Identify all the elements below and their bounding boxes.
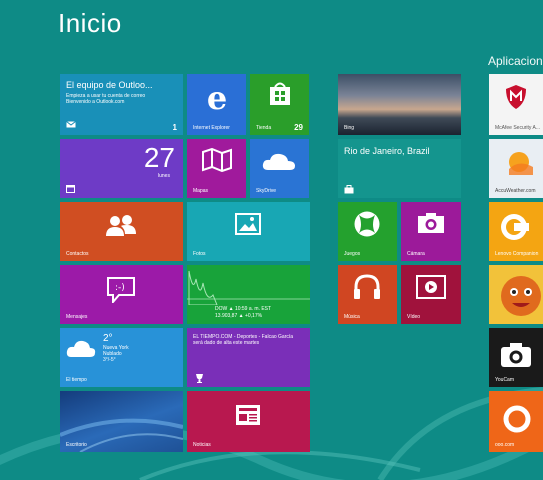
tile-contacts[interactable]: Contactos <box>60 202 183 261</box>
cloud-icon <box>262 153 295 170</box>
tile-bing[interactable]: Bing <box>338 74 461 135</box>
chat-bubble-icon: :-) <box>107 277 135 303</box>
tile-travel[interactable]: Rio de Janeiro, Brazil <box>338 139 461 198</box>
page-title: Inicio <box>58 8 122 38</box>
apps-heading[interactable]: Aplicaciones <box>488 54 543 68</box>
tile-mail[interactable]: El equipo de Outloo... Empieza a usar tu… <box>60 74 183 135</box>
weather-label: El tiempo <box>66 377 87 383</box>
photos-label: Fotos <box>193 251 206 257</box>
accuweather-sun-icon <box>509 152 533 175</box>
desktop-label: Escritorio <box>66 442 87 448</box>
mail-title: El equipo de Outloo... <box>66 80 153 90</box>
weather-temp: 2° <box>103 333 113 344</box>
photo-icon <box>235 213 261 235</box>
finance-line2: 13.903,87 ▲ +0,17% <box>215 313 263 319</box>
mail-count: 1 <box>172 123 177 132</box>
video-label: Vídeo <box>407 314 421 320</box>
tile-finance[interactable]: DOW ▲ 10:59 a. m. EST 13.903,87 ▲ +0,17% <box>187 265 310 324</box>
tile-store[interactable]: Tienda 29 <box>250 74 309 135</box>
suitcase-icon <box>344 185 354 194</box>
stock-chart-icon <box>187 270 310 305</box>
xbox-icon <box>354 211 380 237</box>
tile-weather[interactable]: 2° Nueva York Nublado 3°/-5° El tiempo <box>60 328 183 387</box>
camera-label: Cámara <box>407 251 425 257</box>
travel-title: Rio de Janeiro, Brazil <box>344 146 430 156</box>
tile-games[interactable]: Juegos <box>338 202 397 261</box>
store-label: Tienda <box>256 125 272 131</box>
envelope-icon <box>66 121 76 128</box>
ooo-logo-icon <box>503 405 531 433</box>
tile-skydrive[interactable]: SkyDrive <box>250 139 309 198</box>
map-icon <box>202 148 232 172</box>
calendar-icon <box>66 185 75 193</box>
camera-icon <box>418 213 444 233</box>
tile-sports[interactable]: EL TIEMPO.COM - Deportes - Falcao García… <box>187 328 310 387</box>
lenovo-label: Lenovo Companion <box>495 251 539 257</box>
weather-range: 3°/-5° <box>103 357 116 363</box>
lenovo-companion-icon <box>501 214 529 240</box>
store-count: 29 <box>294 123 303 132</box>
skydrive-label: SkyDrive <box>256 188 277 194</box>
sports-headline: EL TIEMPO.COM - Deportes - Falcao García… <box>193 334 294 346</box>
games-label: Juegos <box>344 251 361 257</box>
tile-calendar[interactable]: 27 lunes <box>60 139 183 198</box>
newspaper-icon <box>236 405 260 425</box>
ooo-label: ooo.com <box>495 442 515 448</box>
ie-label: Internet Explorer <box>193 125 230 131</box>
trophy-icon <box>196 374 203 383</box>
tile-video[interactable]: Vídeo <box>401 265 461 324</box>
tile-accuweather[interactable]: AccuWeather.com <box>489 139 543 198</box>
tile-lenovo[interactable]: Lenovo Companion <box>489 202 543 261</box>
cartoon-face-icon <box>501 276 541 316</box>
store-bag-icon <box>270 82 290 105</box>
tile-ooo[interactable]: ooo.com <box>489 391 543 452</box>
calendar-day: 27 <box>143 142 175 173</box>
news-label: Noticias <box>193 442 211 448</box>
calendar-weekday: lunes <box>158 173 170 179</box>
mail-line2: Bienvenido a Outlook.com <box>66 99 125 105</box>
contacts-label: Contactos <box>66 251 89 257</box>
internet-explorer-icon: e <box>206 79 228 117</box>
tile-internet-explorer[interactable]: e Internet Explorer <box>187 74 246 135</box>
tile-mcafee[interactable]: McAfee Security A... <box>489 74 543 135</box>
youcam-camera-icon <box>501 343 531 367</box>
maps-label: Mapas <box>193 188 209 194</box>
tile-messaging[interactable]: :-) Mensajes <box>60 265 183 324</box>
tile-desktop[interactable]: Escritorio <box>60 391 183 452</box>
bing-label: Bing <box>344 125 355 131</box>
tile-news[interactable]: Noticias <box>187 391 310 452</box>
people-icon <box>106 215 136 236</box>
headphones-icon <box>354 274 380 299</box>
messaging-label: Mensajes <box>66 314 88 320</box>
tile-photos[interactable]: Fotos <box>187 202 310 261</box>
accuweather-label: AccuWeather.com <box>495 188 536 194</box>
tile-maps[interactable]: Mapas <box>187 139 246 198</box>
tile-camera[interactable]: Cámara <box>401 202 461 261</box>
youcam-label: YouCam <box>495 377 514 383</box>
tile-music[interactable]: Música <box>338 265 397 324</box>
tile-youcam[interactable]: YouCam <box>489 328 543 387</box>
music-label: Música <box>344 314 360 320</box>
video-play-icon <box>416 275 446 299</box>
cloud-icon <box>66 340 96 357</box>
finance-line1: DOW ▲ 10:59 a. m. EST <box>215 306 272 312</box>
mcafee-shield-icon <box>506 85 526 109</box>
mcafee-label: McAfee Security A... <box>495 125 541 131</box>
tile-game-character[interactable] <box>489 265 543 324</box>
svg-text::-): :-) <box>115 283 125 293</box>
